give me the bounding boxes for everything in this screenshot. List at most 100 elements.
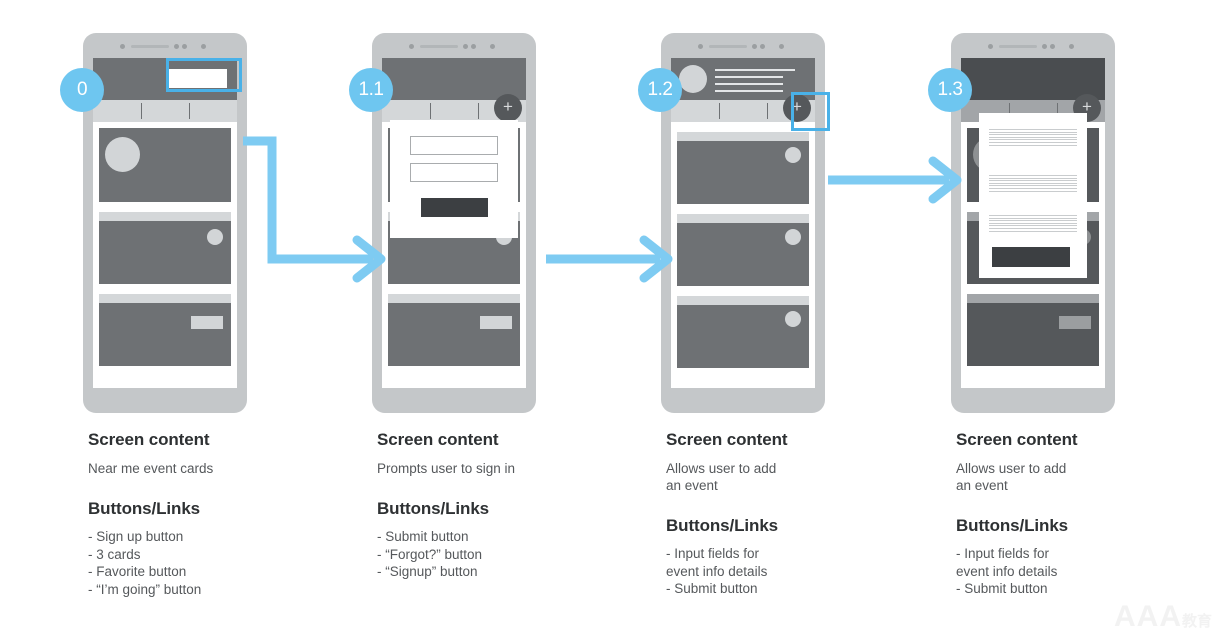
- step-badge-2: 1.2: [638, 68, 682, 112]
- card-body: [99, 303, 231, 366]
- card-item[interactable]: [388, 294, 520, 366]
- card-item[interactable]: [677, 296, 809, 368]
- tab-divider: [141, 103, 142, 119]
- card-item[interactable]: [677, 132, 809, 204]
- card-avatar: [105, 137, 140, 172]
- email-field[interactable]: [410, 136, 498, 155]
- list-item: - “I’m going” button: [88, 581, 333, 599]
- buttons-heading-3: Buttons/Links: [956, 516, 1201, 536]
- card-item[interactable]: [677, 214, 809, 286]
- buttons-list-3: - Input fields for event info details - …: [956, 545, 1201, 598]
- submit-button[interactable]: [992, 247, 1070, 267]
- step-badge-0: 0: [60, 68, 104, 112]
- favorite-button[interactable]: [785, 147, 801, 163]
- camera-dot-icon: [490, 44, 495, 49]
- content-heading-0: Screen content: [88, 430, 333, 450]
- add-event-fab[interactable]: +: [494, 94, 522, 122]
- card-strip: [967, 294, 1099, 303]
- sensor-dot-icon: [1042, 44, 1047, 49]
- step-column-0: 0 Near Me: [60, 0, 350, 640]
- wireframe-flow-diagram: 0 Near Me: [0, 0, 1220, 640]
- caption-3: Screen content Allows user to add an eve…: [956, 430, 1201, 598]
- sensor-dot-icon: [698, 44, 703, 49]
- buttons-list-1: - Submit button - “Forgot?” button - “Si…: [377, 528, 622, 581]
- phone-screen-0: [93, 58, 237, 388]
- list-item: - 3 cards: [88, 546, 333, 564]
- sensor-dot-icon: [471, 44, 476, 49]
- highlight-search-box-0: [166, 58, 242, 92]
- im-going-button[interactable]: [1059, 316, 1091, 329]
- list-item: - Submit button: [956, 580, 1201, 598]
- speaker-slit-icon: [709, 45, 747, 48]
- tab-divider: [430, 103, 431, 119]
- sensor-dot-icon: [760, 44, 765, 49]
- highlight-add-event-fab: [791, 92, 830, 131]
- content-text-3: Allows user to add an event: [956, 460, 1201, 494]
- phone-top-bezel-2: [661, 33, 825, 58]
- phone-mockup-2: +: [661, 33, 825, 413]
- caption-0: Screen content Near me event cards Butto…: [88, 430, 333, 598]
- step-column-3: 1.3 Add Event: [928, 0, 1218, 640]
- list-item: event info details: [956, 563, 1201, 581]
- list-item: - Favorite button: [88, 563, 333, 581]
- phone-top-bezel-0: [83, 33, 247, 58]
- card-strip: [388, 294, 520, 303]
- sensor-dot-icon: [988, 44, 993, 49]
- step-column-2: 1.2 Signed In Feed: [638, 0, 928, 640]
- card-item[interactable]: [99, 128, 231, 202]
- speaker-slit-icon: [131, 45, 169, 48]
- password-field[interactable]: [410, 163, 498, 182]
- sensor-dot-icon: [409, 44, 414, 49]
- content-heading-1: Screen content: [377, 430, 622, 450]
- submit-button[interactable]: [421, 198, 488, 217]
- card-body: [388, 303, 520, 366]
- favorite-button[interactable]: [785, 229, 801, 245]
- content-heading-2: Screen content: [666, 430, 911, 450]
- favorite-button[interactable]: [207, 229, 223, 245]
- card-strip: [677, 296, 809, 305]
- card-body: [967, 303, 1099, 366]
- list-item: - Submit button: [377, 528, 622, 546]
- content-text-2: Allows user to add an event: [666, 460, 911, 494]
- card-item[interactable]: [99, 294, 231, 366]
- card-strip: [677, 132, 809, 141]
- content-text-1: Prompts user to sign in: [377, 460, 622, 477]
- list-item: - Input fields for: [666, 545, 911, 563]
- card-item[interactable]: [967, 294, 1099, 366]
- camera-dot-icon: [779, 44, 784, 49]
- list-item: - “Signup” button: [377, 563, 622, 581]
- event-field-lines[interactable]: [989, 129, 1077, 147]
- tab-bar-0[interactable]: [93, 100, 237, 122]
- im-going-button[interactable]: [191, 316, 223, 329]
- caption-2: Screen content Allows user to add an eve…: [666, 430, 911, 598]
- event-field-lines[interactable]: [989, 215, 1077, 233]
- sensor-dot-icon: [182, 44, 187, 49]
- card-item[interactable]: [99, 212, 231, 284]
- watermark: AAA教育: [1114, 600, 1212, 634]
- buttons-list-0: - Sign up button - 3 cards - Favorite bu…: [88, 528, 333, 598]
- watermark-suffix: 教育: [1182, 613, 1212, 630]
- add-event-modal: [979, 113, 1087, 278]
- profile-line: [715, 83, 783, 85]
- sensor-dot-icon: [752, 44, 757, 49]
- card-feed-0: [99, 128, 231, 384]
- phone-screen-1: +: [382, 58, 526, 388]
- profile-line: [715, 69, 795, 71]
- step-badge-3: 1.3: [928, 68, 972, 112]
- phone-screen-3: +: [961, 58, 1105, 388]
- phone-top-bezel-1: [372, 33, 536, 58]
- card-feed-2: [677, 128, 809, 384]
- list-item: - Sign up button: [88, 528, 333, 546]
- camera-dot-icon: [1069, 44, 1074, 49]
- favorite-button[interactable]: [785, 311, 801, 327]
- avatar: [679, 65, 707, 93]
- card-strip: [99, 294, 231, 303]
- event-field-lines[interactable]: [989, 175, 1077, 193]
- profile-line: [715, 90, 783, 92]
- content-text-0: Near me event cards: [88, 460, 333, 477]
- list-item: event info details: [666, 563, 911, 581]
- im-going-button[interactable]: [480, 316, 512, 329]
- camera-dot-icon: [201, 44, 206, 49]
- buttons-list-2: - Input fields for event info details - …: [666, 545, 911, 598]
- tab-divider: [189, 103, 190, 119]
